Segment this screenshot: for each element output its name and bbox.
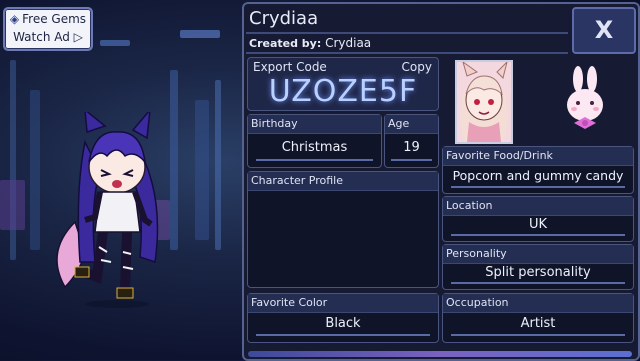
favorite-food-label: Favorite Food/Drink — [443, 147, 633, 166]
created-by-value: Crydiaa — [325, 36, 372, 50]
favorite-food-value: Popcorn and gummy candy — [452, 168, 624, 183]
export-code-box: Export Code Copy UZOZE5F — [247, 57, 439, 111]
location-underline — [451, 234, 625, 236]
location-label: Location — [443, 197, 633, 216]
personality-underline — [451, 282, 625, 284]
age-field[interactable]: Age 19 — [384, 114, 439, 168]
character-profile-label: Character Profile — [248, 172, 438, 191]
birthday-field[interactable]: Birthday Christmas — [247, 114, 382, 168]
occupation-field[interactable]: Occupation Artist — [442, 293, 634, 343]
favorite-color-value: Black — [325, 316, 361, 331]
birthday-label: Birthday — [248, 115, 381, 134]
location-value: UK — [528, 217, 548, 232]
bunny-pet-icon[interactable] — [560, 65, 610, 135]
created-by-label: Created by: — [249, 37, 322, 50]
panel-bottom-bar — [248, 351, 632, 357]
personality-value: Split personality — [485, 265, 591, 280]
close-button[interactable]: X — [572, 7, 636, 54]
free-gems-button[interactable]: ◈ Free Gems Watch Ad ▷ — [3, 7, 93, 51]
birthday-value: Christmas — [281, 140, 348, 155]
free-gems-label: Free Gems — [22, 12, 87, 26]
age-label: Age — [385, 115, 438, 134]
age-value: 19 — [403, 140, 420, 155]
watch-ad-label: Watch Ad ▷ — [13, 30, 83, 44]
personality-label: Personality — [443, 245, 633, 264]
character-figure[interactable] — [55, 112, 180, 312]
export-code-value: UZOZE5F — [268, 74, 418, 109]
created-by-row: Created by: Crydiaa — [246, 34, 571, 52]
character-portrait[interactable] — [455, 60, 513, 144]
age-underline — [391, 159, 432, 161]
character-profile-field[interactable]: Character Profile — [247, 171, 439, 288]
location-field[interactable]: Location UK — [442, 196, 634, 242]
favorite-food-field[interactable]: Favorite Food/Drink Popcorn and gummy ca… — [442, 146, 634, 194]
close-icon: X — [594, 16, 614, 44]
occupation-underline — [451, 334, 625, 336]
created-underline — [246, 52, 568, 54]
personality-field[interactable]: Personality Split personality — [442, 244, 634, 290]
diamond-icon: ◈ — [9, 12, 20, 26]
character-name[interactable]: Crydiaa — [246, 6, 571, 32]
occupation-label: Occupation — [443, 294, 633, 313]
occupation-value: Artist — [520, 316, 556, 331]
favorite-food-underline — [451, 186, 625, 188]
favorite-color-field[interactable]: Favorite Color Black — [247, 293, 439, 343]
birthday-underline — [256, 159, 373, 161]
favorite-color-underline — [256, 334, 430, 336]
favorite-color-label: Favorite Color — [248, 294, 438, 313]
export-code-label: Export Code — [253, 60, 327, 74]
copy-button[interactable]: Copy — [402, 60, 432, 74]
